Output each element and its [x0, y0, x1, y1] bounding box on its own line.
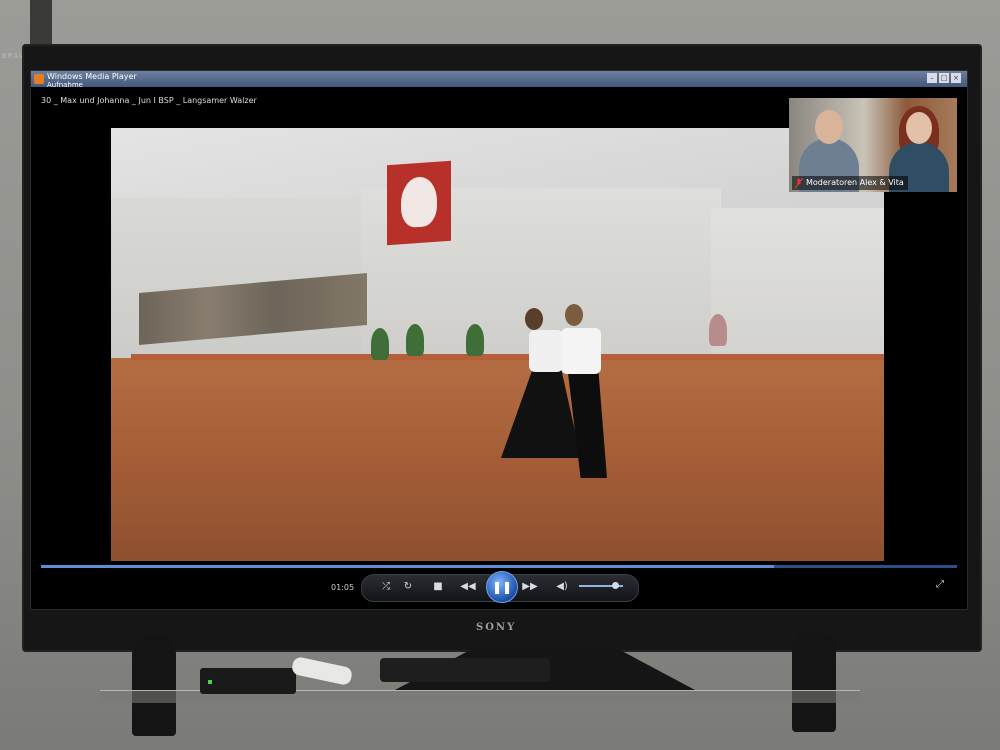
moderator-vita-head — [906, 112, 932, 144]
speaker-right — [792, 632, 836, 732]
club-banner — [387, 160, 451, 246]
stop-icon[interactable]: ■ — [428, 575, 448, 599]
minimize-button[interactable]: – — [927, 73, 937, 83]
now-playing-title: 30 _ Max und Johanna _ Jun I BSP _ Langs… — [41, 96, 257, 105]
potted-plant — [371, 328, 389, 360]
dancer-male-shirt — [561, 328, 601, 374]
tv-screen: Windows Media Player – □ × Aufnahme 30 _… — [30, 70, 968, 610]
fullscreen-icon[interactable]: ⤢ — [933, 579, 947, 593]
speaker-left — [132, 636, 176, 736]
seek-bar-progress — [41, 565, 774, 568]
dance-floor — [111, 358, 884, 561]
volume-icon[interactable]: ◀) — [552, 575, 572, 599]
close-button[interactable]: × — [951, 73, 961, 83]
pause-icon: ❚❚ — [491, 580, 513, 594]
window-buttons: – □ × — [927, 73, 961, 83]
potted-plant — [406, 324, 424, 356]
next-icon[interactable]: ▶▶ — [520, 575, 540, 599]
moderator-alex-head — [815, 110, 843, 144]
mic-muted-icon — [795, 178, 803, 188]
window-titlebar[interactable]: Windows Media Player – □ × — [31, 71, 967, 87]
webcam-label-text: Moderatoren Alex & Vita — [806, 178, 904, 187]
dancer-female-head — [525, 308, 543, 330]
club-emblem — [401, 175, 437, 229]
window-title: Windows Media Player — [47, 72, 137, 81]
baseboard — [131, 354, 884, 360]
webcam-overlay: Moderatoren Alex & Vita — [789, 98, 957, 192]
video-wall-right — [711, 208, 884, 368]
status-led — [208, 680, 212, 684]
pause-button[interactable]: ❚❚ — [486, 571, 518, 603]
dancer-male-head — [565, 304, 583, 326]
flower-vase — [709, 314, 727, 346]
maximize-button[interactable]: □ — [939, 73, 949, 83]
seek-bar[interactable] — [41, 565, 957, 568]
potted-plant — [466, 324, 484, 356]
shuffle-icon[interactable]: ⤮ — [376, 575, 396, 599]
keyboard — [380, 658, 550, 682]
webcam-name-label: Moderatoren Alex & Vita — [792, 176, 908, 190]
media-player-icon — [34, 74, 44, 84]
repeat-icon[interactable]: ↻ — [398, 575, 418, 599]
dancer-female-top — [529, 330, 563, 372]
elapsed-time: 01:05 — [331, 583, 355, 592]
video-frame[interactable] — [111, 128, 884, 561]
previous-icon[interactable]: ◀◀ — [458, 575, 478, 599]
tv-brand-logo: SONY — [476, 622, 517, 633]
window-subtitle: Aufnahme — [47, 81, 83, 89]
set-top-box — [200, 668, 296, 694]
